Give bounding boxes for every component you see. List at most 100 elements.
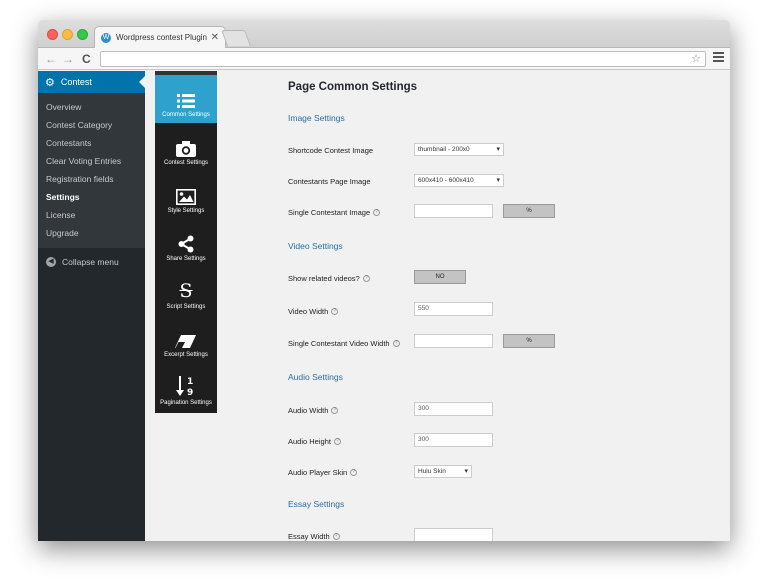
sidebar-item-label: Contest: [60, 77, 92, 87]
submenu-item-contestants[interactable]: Contestants: [38, 134, 145, 152]
nav-pagination-settings[interactable]: 19 Pagination Settings: [155, 363, 217, 411]
audio-height-input[interactable]: 300: [414, 433, 493, 447]
video-percent-unit-button[interactable]: %: [503, 334, 555, 348]
forward-arrow-icon[interactable]: →: [62, 51, 74, 67]
nav-excerpt-settings[interactable]: Excerpt Settings: [155, 315, 217, 363]
svg-text:9: 9: [187, 388, 193, 397]
submenu-item-license[interactable]: License: [38, 206, 145, 224]
share-icon: [178, 235, 194, 253]
minimize-window-button[interactable]: [62, 29, 73, 40]
nav-label: Common Settings: [162, 112, 210, 118]
help-icon[interactable]: ?: [331, 407, 339, 414]
single-contestant-image-input[interactable]: [414, 204, 493, 218]
label-text: Show related videos?: [288, 274, 360, 283]
reload-icon[interactable]: C: [82, 51, 91, 67]
audio-height-label: Audio Height?: [288, 437, 341, 446]
collapse-arrow-icon: ◀: [46, 257, 56, 267]
camera-icon: [176, 141, 196, 157]
submenu-item-contest-category[interactable]: Contest Category: [38, 116, 145, 134]
help-icon[interactable]: ?: [333, 438, 341, 445]
single-contestant-video-width-label: Single Contestant Video Width?: [288, 339, 400, 348]
nav-label: Style Settings: [167, 208, 205, 214]
submenu-item-settings[interactable]: Settings: [38, 188, 145, 206]
eraser-icon: [175, 335, 196, 348]
svg-text:1: 1: [187, 377, 193, 387]
nav-label: Pagination Settings: [160, 400, 212, 406]
list-icon: [177, 94, 195, 108]
essay-settings-heading: Essay Settings: [288, 499, 345, 509]
label-text: Single Contestant Video Width: [288, 339, 390, 348]
shortcode-contest-image-select[interactable]: thumbnail - 200x0: [414, 143, 504, 156]
audio-player-skin-label: Audio Player Skin?: [288, 468, 358, 477]
video-width-label: Video Width?: [288, 307, 339, 316]
close-window-button[interactable]: [47, 29, 58, 40]
sidebar-item-contest[interactable]: ⚙ Contest: [38, 71, 145, 93]
percent-unit-button[interactable]: %: [503, 204, 555, 218]
nav-common-settings[interactable]: Common Settings: [155, 75, 217, 123]
shortcode-contest-image-label: Shortcode Contest Image: [288, 146, 374, 155]
video-settings-heading: Video Settings: [288, 241, 343, 251]
tab-bar: W Wordpress contest Plugin, W ✕: [38, 20, 730, 48]
image-settings-heading: Image Settings: [288, 113, 345, 123]
gear-icon: ⚙: [45, 76, 55, 89]
label-text: Audio Height: [288, 437, 331, 446]
maximize-window-button[interactable]: [77, 29, 88, 40]
sort-numeric-icon: 19: [176, 376, 193, 397]
label-text: Audio Player Skin: [288, 468, 348, 477]
browser-tab[interactable]: W Wordpress contest Plugin, W ✕: [94, 26, 226, 48]
nav-style-settings[interactable]: Style Settings: [155, 171, 217, 219]
audio-width-input[interactable]: 300: [414, 402, 493, 416]
essay-width-label: Essay Width?: [288, 532, 340, 541]
browser-window: W Wordpress contest Plugin, W ✕ ← → C ☆ …: [38, 20, 730, 541]
show-related-videos-toggle[interactable]: NO: [414, 270, 466, 284]
settings-content: Page Common Settings Image Settings Shor…: [288, 71, 728, 541]
nav-script-settings[interactable]: S Script Settings: [155, 267, 217, 315]
address-bar[interactable]: ☆: [100, 51, 706, 67]
back-arrow-icon[interactable]: ←: [45, 51, 57, 67]
submenu-item-overview[interactable]: Overview: [38, 98, 145, 116]
label-text: Audio Width: [288, 406, 329, 415]
plugin-settings-nav: Common Settings Contest Settings Style S…: [155, 71, 217, 413]
audio-player-skin-select[interactable]: Hulu Skin: [414, 465, 472, 478]
bookmark-star-icon[interactable]: ☆: [691, 52, 701, 66]
strikethrough-icon: S: [179, 280, 193, 302]
help-icon[interactable]: ?: [362, 275, 370, 282]
audio-width-label: Audio Width?: [288, 406, 339, 415]
tab-title: Wordpress contest Plugin, W: [116, 33, 207, 42]
help-icon[interactable]: ?: [350, 469, 358, 476]
single-contestant-image-label: Single Contestant Image?: [288, 208, 381, 217]
browser-toolbar: ← → C ☆: [38, 48, 730, 70]
help-icon[interactable]: ?: [331, 308, 339, 315]
nav-label: Excerpt Settings: [164, 352, 208, 358]
submenu-item-upgrade[interactable]: Upgrade: [38, 224, 145, 242]
nav-contest-settings[interactable]: Contest Settings: [155, 123, 217, 171]
submenu-item-clear-voting[interactable]: Clear Voting Entries: [38, 152, 145, 170]
contestants-page-image-label: Contestants Page Image: [288, 177, 371, 186]
wp-admin-sidebar: ⚙ Contest Overview Contest Category Cont…: [38, 71, 145, 541]
show-related-videos-label: Show related videos??: [288, 274, 370, 283]
new-tab-button[interactable]: [221, 30, 251, 46]
help-icon[interactable]: ?: [392, 340, 400, 347]
nav-share-settings[interactable]: Share Settings: [155, 219, 217, 267]
essay-width-input[interactable]: [414, 528, 493, 541]
audio-settings-heading: Audio Settings: [288, 372, 343, 382]
collapse-menu-label: Collapse menu: [62, 257, 119, 267]
page-title: Page Common Settings: [288, 81, 418, 93]
label-text: Video Width: [288, 307, 329, 316]
wordpress-icon: W: [101, 32, 111, 43]
current-arrow: [139, 76, 145, 88]
close-tab-icon[interactable]: ✕: [211, 32, 219, 43]
collapse-menu-button[interactable]: ◀ Collapse menu: [38, 248, 145, 267]
help-icon[interactable]: ?: [373, 209, 381, 216]
video-width-input[interactable]: 550: [414, 302, 493, 316]
contestants-page-image-select[interactable]: 600x410 - 600x410: [414, 174, 504, 187]
label-text: Single Contestant Image: [288, 208, 371, 217]
help-icon[interactable]: ?: [332, 533, 340, 540]
single-contestant-video-width-input[interactable]: [414, 334, 493, 348]
contest-submenu: Overview Contest Category Contestants Cl…: [38, 93, 145, 248]
hamburger-menu-icon[interactable]: [713, 52, 724, 64]
nav-label: Contest Settings: [163, 160, 209, 166]
submenu-item-registration-fields[interactable]: Registration fields: [38, 170, 145, 188]
nav-label: Share Settings: [166, 256, 206, 262]
image-icon: [176, 189, 196, 205]
